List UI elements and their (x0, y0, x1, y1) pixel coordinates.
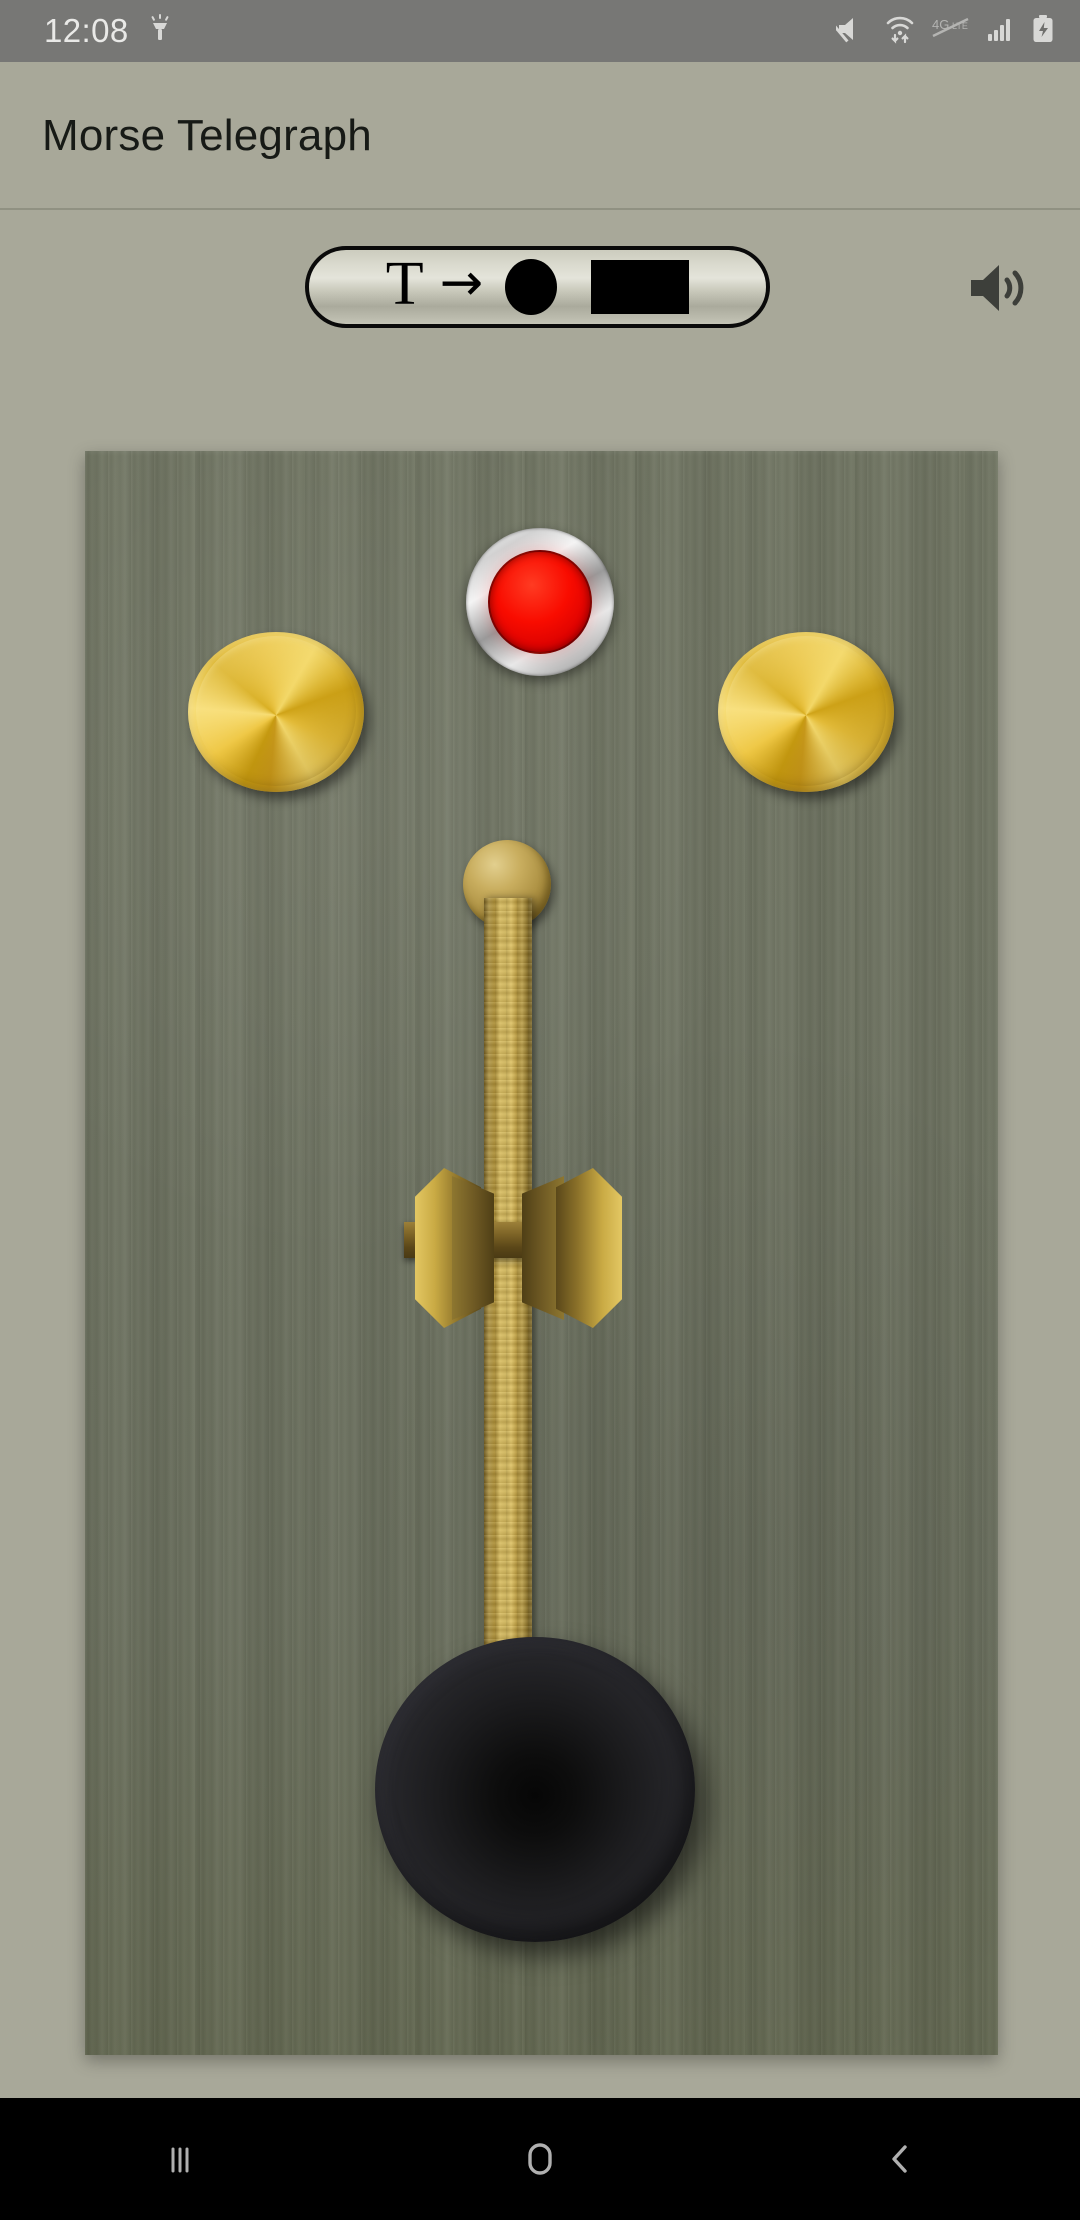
home-button[interactable] (460, 2098, 620, 2220)
control-row: T → (0, 244, 1080, 344)
volume-mute-icon (828, 15, 868, 48)
signal-lamp-bulb (488, 550, 592, 654)
status-bar-clock: 12:08 (44, 12, 129, 49)
status-bar-left: 12:08 (44, 12, 173, 50)
morse-dash-icon (591, 260, 690, 314)
telegraph-trunnion-right-outer (556, 1168, 622, 1328)
text-to-morse-toggle[interactable]: T → (305, 246, 770, 328)
flashlight-icon (147, 13, 173, 49)
battery-charging-icon (1032, 14, 1054, 48)
morse-dot-icon (505, 259, 558, 315)
back-button[interactable] (820, 2098, 980, 2220)
app-bar-divider (0, 208, 1080, 210)
recents-button[interactable] (100, 2098, 260, 2220)
sound-toggle-button[interactable] (965, 262, 1033, 318)
app-root: 12:08 4G LTE Morse Telegraph T → (0, 0, 1080, 2220)
telegraph-trunnion-left-inner (452, 1176, 494, 1320)
page-title: Morse Telegraph (42, 110, 372, 160)
status-bar: 12:08 4G LTE (0, 0, 1080, 62)
brass-terminal-left[interactable] (188, 632, 364, 792)
arrow-right-icon: → (439, 253, 484, 313)
status-bar-right: 4G LTE (828, 14, 1054, 49)
wifi-transfer-icon (885, 14, 915, 49)
telegraph-key-knob[interactable] (375, 1637, 695, 1942)
toggle-text-label: T (385, 250, 424, 318)
brass-terminal-right[interactable] (718, 632, 894, 792)
signal-lamp[interactable] (466, 528, 614, 676)
speaker-on-icon (967, 261, 1031, 320)
cellular-signal-icon (987, 16, 1015, 47)
system-navigation-bar (0, 2098, 1080, 2220)
app-bar: Morse Telegraph (0, 62, 1080, 209)
lte-disabled-icon: 4G LTE (932, 16, 970, 47)
